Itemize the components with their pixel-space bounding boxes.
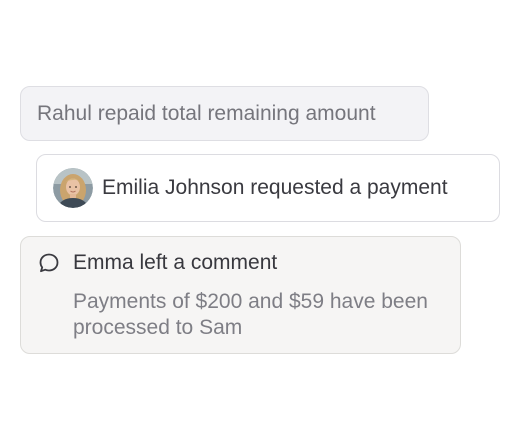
user-photo-icon xyxy=(53,168,93,208)
comment-header: Emma left a comment xyxy=(37,251,277,275)
comment-body: Payments of $200 and $59 have been proce… xyxy=(73,290,428,339)
activity-item-comment[interactable]: Emma left a comment Payments of $200 and… xyxy=(20,236,461,354)
avatar xyxy=(53,168,93,208)
activity-text: Rahul repaid total remaining amount xyxy=(37,101,376,125)
activity-text: Emilia Johnson requested a payment xyxy=(102,176,448,199)
activity-item-payment-request[interactable]: Emilia Johnson requested a payment xyxy=(36,154,500,222)
activity-feed: Rahul repaid total remaining amount Emil… xyxy=(0,0,520,440)
activity-item-repaid[interactable]: Rahul repaid total remaining amount xyxy=(20,86,429,141)
chat-bubble-icon xyxy=(37,251,61,275)
comment-title: Emma left a comment xyxy=(73,251,278,274)
